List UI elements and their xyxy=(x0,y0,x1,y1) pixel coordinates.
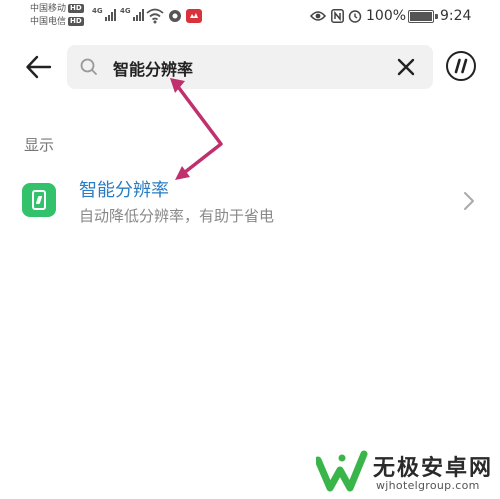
search-icon xyxy=(80,58,97,75)
search-result-item[interactable]: 智能分辨率 自动降低分辨率，有助于省电 xyxy=(0,168,500,238)
chevron-right-icon xyxy=(464,192,474,210)
notification-app-icon xyxy=(186,9,202,23)
carrier-1: 中国移动 xyxy=(30,4,67,14)
signal-icon: 4G xyxy=(120,7,144,21)
result-title: 智能分辨率 xyxy=(79,180,169,201)
carrier-info: 中国移动 HD 中国电信 HD xyxy=(30,3,84,29)
status-bar: 中国移动 HD 中国电信 HD 4G 4G 100% 9:24 xyxy=(0,0,500,34)
watermark: 无极安卓网 wjhotelgroup.com xyxy=(316,448,500,498)
notification-app-icon xyxy=(169,10,181,22)
carrier-2: 中国电信 xyxy=(30,17,67,27)
nfc-icon xyxy=(331,9,344,23)
signal-icon: 4G xyxy=(92,7,116,21)
wifi-icon xyxy=(146,8,164,24)
screen-resolution-icon xyxy=(22,183,56,217)
network-label: 4G xyxy=(92,7,103,15)
clear-icon[interactable] xyxy=(394,55,418,79)
result-description: 自动降低分辨率，有助于省电 xyxy=(79,207,275,225)
eye-comfort-icon xyxy=(310,11,326,21)
section-label-display: 显示 xyxy=(24,136,55,154)
watermark-name: 无极安卓网 xyxy=(373,456,494,481)
clock: 9:24 xyxy=(440,8,472,24)
hd-badge-2: HD xyxy=(68,17,84,26)
watermark-logo-icon xyxy=(316,450,368,492)
back-arrow-icon[interactable] xyxy=(24,52,54,82)
search-input[interactable] xyxy=(111,53,385,83)
network-label: 4G xyxy=(120,7,131,15)
battery-icon xyxy=(408,10,438,23)
search-box[interactable] xyxy=(67,45,433,89)
ai-assistant-icon[interactable] xyxy=(446,51,476,81)
watermark-url: wjhotelgroup.com xyxy=(376,479,480,492)
alarm-icon xyxy=(348,10,362,23)
hd-badge-1: HD xyxy=(68,4,84,13)
battery-percentage: 100% xyxy=(366,8,407,24)
